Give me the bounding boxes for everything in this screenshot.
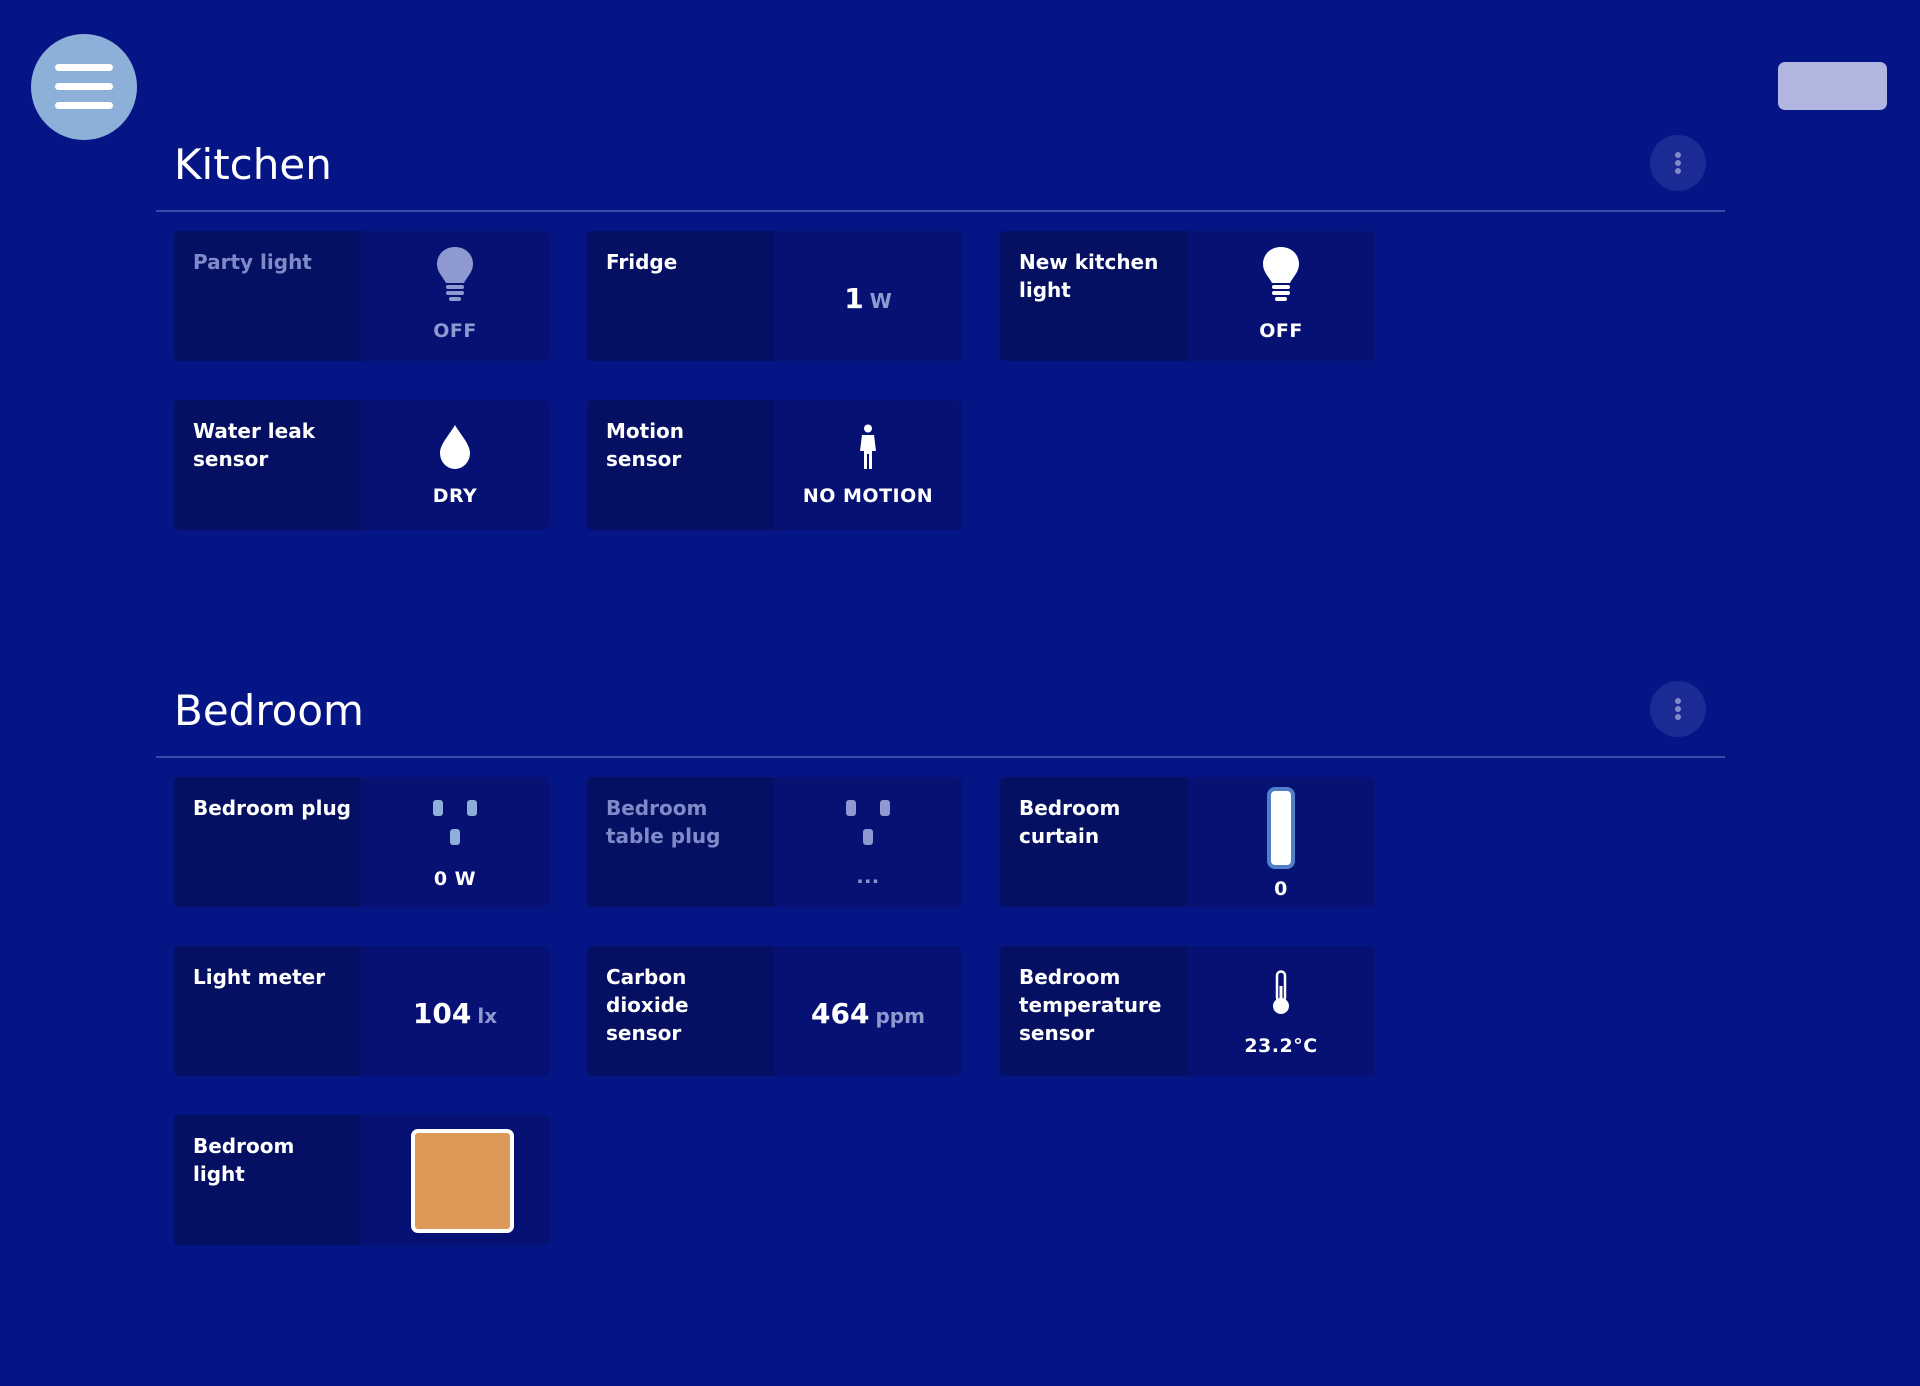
device-card-light-meter[interactable]: Light meter 104 lx bbox=[174, 946, 549, 1076]
hamburger-menu-icon-bar bbox=[55, 102, 113, 109]
card-status-panel: 23.2°C bbox=[1187, 946, 1375, 1076]
curtain-level-icon bbox=[1187, 786, 1375, 874]
more-vertical-icon-dot bbox=[1675, 714, 1681, 720]
power-plug-icon bbox=[774, 799, 962, 851]
card-status-panel: ... bbox=[774, 777, 962, 907]
device-name: Carbon dioxide sensor bbox=[606, 965, 689, 1045]
section-options-button[interactable] bbox=[1650, 135, 1706, 191]
card-name-panel: Light meter bbox=[174, 946, 361, 1076]
card-name-panel: Bedroom plug bbox=[174, 777, 361, 907]
device-card-motion-sensor[interactable]: Motion sensor NO MOTION bbox=[587, 400, 962, 530]
more-vertical-icon bbox=[1675, 698, 1681, 704]
more-vertical-icon-dot bbox=[1675, 706, 1681, 712]
more-vertical-icon bbox=[1675, 152, 1681, 158]
card-name-panel: Fridge bbox=[587, 231, 774, 361]
device-name: Bedroom curtain bbox=[1019, 796, 1121, 848]
card-name-panel: Bedroom temperature sensor bbox=[1000, 946, 1187, 1076]
device-status: OFF bbox=[433, 320, 477, 342]
card-status-panel: NO MOTION bbox=[774, 400, 962, 530]
device-status: OFF bbox=[1259, 320, 1303, 342]
device-status: 0 W bbox=[433, 868, 477, 890]
section-options-button[interactable] bbox=[1650, 681, 1706, 737]
device-name: Motion sensor bbox=[606, 419, 685, 471]
card-status-panel: 104 lx bbox=[361, 946, 549, 1076]
co2-reading: 464 ppm bbox=[774, 994, 962, 1038]
card-name-panel: Water leak sensor bbox=[174, 400, 361, 530]
device-card-bedroom-curtain[interactable]: Bedroom curtain 0 bbox=[1000, 777, 1375, 907]
device-card-fridge[interactable]: Fridge 1W bbox=[587, 231, 962, 361]
illuminance-unit: lx bbox=[477, 1004, 498, 1028]
device-name: Water leak sensor bbox=[193, 419, 316, 471]
device-status: ... bbox=[856, 866, 880, 888]
device-name: Light meter bbox=[193, 965, 326, 989]
card-status-panel: OFF bbox=[1187, 231, 1375, 361]
device-name: Bedroom light bbox=[193, 1134, 295, 1186]
device-name: Party light bbox=[193, 250, 312, 274]
device-card-carbon-dioxide-sensor[interactable]: Carbon dioxide sensor 464 ppm bbox=[587, 946, 962, 1076]
power-value: 1 bbox=[844, 282, 864, 315]
power-plug-icon bbox=[361, 799, 549, 851]
card-status-panel: 0 W bbox=[361, 777, 549, 907]
device-name: Bedroom temperature sensor bbox=[1019, 965, 1162, 1045]
device-name: Bedroom table plug bbox=[606, 796, 721, 848]
card-status-panel bbox=[361, 1115, 549, 1245]
card-name-panel: Carbon dioxide sensor bbox=[587, 946, 774, 1076]
card-status-panel: 1W bbox=[774, 231, 962, 361]
section-title: Kitchen bbox=[174, 140, 332, 189]
device-name: Bedroom plug bbox=[193, 796, 351, 820]
device-card-bedroom-table-plug[interactable]: Bedroom table plug ... bbox=[587, 777, 962, 907]
header-action-button[interactable] bbox=[1778, 62, 1887, 110]
section-kitchen: Kitchen Party light OFF Fridge 1 W New k… bbox=[156, 135, 1725, 537]
device-name: Fridge bbox=[606, 250, 678, 274]
power-reading: 1W bbox=[774, 279, 962, 323]
thermometer-icon bbox=[1187, 970, 1375, 1020]
device-status: DRY bbox=[432, 485, 478, 507]
card-status-panel: OFF bbox=[361, 231, 549, 361]
light-bulb-icon bbox=[1187, 245, 1375, 311]
water-drop-icon bbox=[361, 424, 549, 474]
person-icon bbox=[774, 424, 962, 474]
hamburger-menu-icon bbox=[55, 64, 113, 71]
device-status: NO MOTION bbox=[802, 485, 934, 507]
more-vertical-icon-dot bbox=[1675, 160, 1681, 166]
device-card-party-light[interactable]: Party light OFF bbox=[174, 231, 549, 361]
device-card-bedroom-plug[interactable]: Bedroom plug 0 W bbox=[174, 777, 549, 907]
device-status: 23.2°C bbox=[1244, 1035, 1318, 1057]
light-color-swatch[interactable] bbox=[411, 1129, 514, 1233]
light-bulb-icon bbox=[361, 245, 549, 311]
main-menu-button[interactable] bbox=[31, 34, 137, 140]
device-card-new-kitchen-light[interactable]: New kitchen light OFF bbox=[1000, 231, 1375, 361]
device-card-bedroom-light[interactable]: Bedroom light bbox=[174, 1115, 549, 1245]
illuminance-value: 104 bbox=[412, 997, 472, 1030]
co2-value: 464 bbox=[811, 997, 870, 1030]
card-name-panel: New kitchen light bbox=[1000, 231, 1187, 361]
device-name: New kitchen light bbox=[1019, 250, 1159, 302]
card-status-panel: 464 ppm bbox=[774, 946, 962, 1076]
co2-unit: ppm bbox=[875, 1004, 925, 1028]
section-divider bbox=[156, 756, 1725, 758]
card-name-panel: Motion sensor bbox=[587, 400, 774, 530]
card-name-panel: Bedroom light bbox=[174, 1115, 361, 1245]
device-status: 0 bbox=[1274, 878, 1288, 900]
device-card-bedroom-temperature-sensor[interactable]: Bedroom temperature sensor 23.2°C bbox=[1000, 946, 1375, 1076]
card-status-panel: DRY bbox=[361, 400, 549, 530]
card-name-panel: Bedroom table plug bbox=[587, 777, 774, 907]
power-unit: W bbox=[869, 289, 892, 313]
illuminance-reading: 104 lx bbox=[361, 994, 549, 1038]
card-name-panel: Bedroom curtain bbox=[1000, 777, 1187, 907]
section-title: Bedroom bbox=[174, 686, 364, 735]
card-status-panel: 0 bbox=[1187, 777, 1375, 907]
section-divider bbox=[156, 210, 1725, 212]
device-card-water-leak-sensor[interactable]: Water leak sensor DRY bbox=[174, 400, 549, 530]
hamburger-menu-icon-bar bbox=[55, 83, 113, 90]
card-name-panel: Party light bbox=[174, 231, 361, 361]
section-bedroom: Bedroom Bedroom plug 0 W Bedroom table p… bbox=[156, 681, 1725, 1245]
more-vertical-icon-dot bbox=[1675, 168, 1681, 174]
